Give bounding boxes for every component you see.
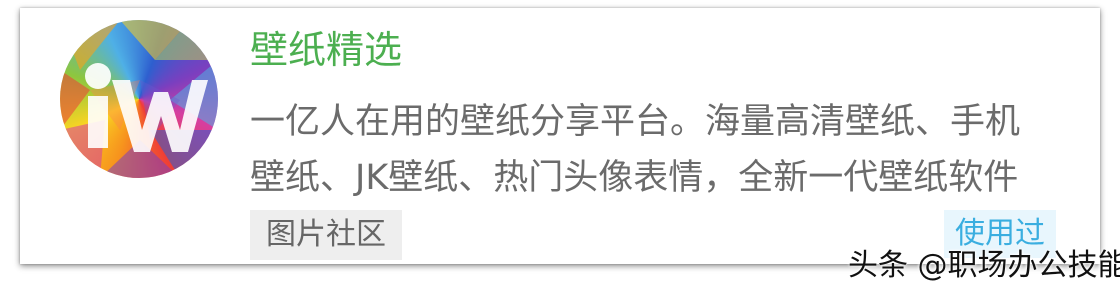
- app-title[interactable]: 壁纸精选: [250, 26, 402, 74]
- watermark: 头条 @职场办公技能: [848, 248, 1120, 283]
- app-description: 一亿人在用的壁纸分享平台。海量高清壁纸、手机壁纸、JK壁纸、热门头像表情，全新一…: [250, 102, 1021, 198]
- app-card[interactable]: 壁纸精选 一亿人在用的壁纸分享平台。海量高清壁纸、手机壁纸、JK壁纸、热门头像表…: [20, 8, 1100, 264]
- category-tag[interactable]: 图片社区: [250, 210, 402, 260]
- wallpaper-app-logo-icon[interactable]: [60, 20, 218, 178]
